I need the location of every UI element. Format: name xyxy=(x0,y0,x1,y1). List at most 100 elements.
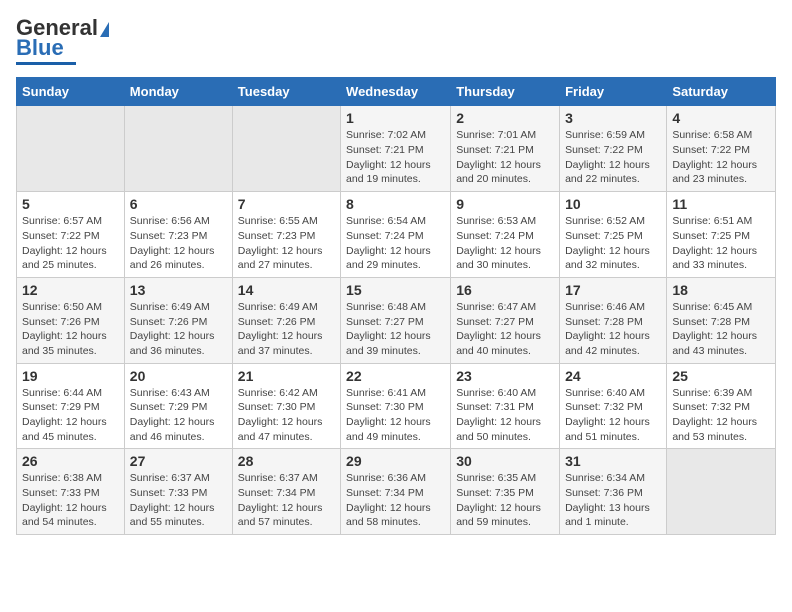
cell-sunrise: Sunrise: 6:54 AMSunset: 7:24 PMDaylight:… xyxy=(346,215,431,271)
calendar-cell: 25 Sunrise: 6:39 AMSunset: 7:32 PMDaylig… xyxy=(667,363,776,449)
calendar-cell xyxy=(667,449,776,535)
day-number: 19 xyxy=(22,368,119,384)
calendar-cell: 20 Sunrise: 6:43 AMSunset: 7:29 PMDaylig… xyxy=(124,363,232,449)
calendar-cell: 16 Sunrise: 6:47 AMSunset: 7:27 PMDaylig… xyxy=(451,277,560,363)
weekday-header-sunday: Sunday xyxy=(17,78,125,106)
weekday-header-wednesday: Wednesday xyxy=(341,78,451,106)
calendar-week-row: 19 Sunrise: 6:44 AMSunset: 7:29 PMDaylig… xyxy=(17,363,776,449)
calendar-cell: 11 Sunrise: 6:51 AMSunset: 7:25 PMDaylig… xyxy=(667,192,776,278)
day-number: 28 xyxy=(238,453,335,469)
calendar-cell: 13 Sunrise: 6:49 AMSunset: 7:26 PMDaylig… xyxy=(124,277,232,363)
day-number: 5 xyxy=(22,196,119,212)
cell-sunrise: Sunrise: 6:48 AMSunset: 7:27 PMDaylight:… xyxy=(346,301,431,357)
day-number: 11 xyxy=(672,196,770,212)
calendar-cell xyxy=(232,106,340,192)
day-number: 6 xyxy=(130,196,227,212)
cell-sunrise: Sunrise: 6:57 AMSunset: 7:22 PMDaylight:… xyxy=(22,215,107,271)
calendar-cell: 9 Sunrise: 6:53 AMSunset: 7:24 PMDayligh… xyxy=(451,192,560,278)
calendar-cell: 10 Sunrise: 6:52 AMSunset: 7:25 PMDaylig… xyxy=(560,192,667,278)
calendar-table: SundayMondayTuesdayWednesdayThursdayFrid… xyxy=(16,77,776,535)
day-number: 3 xyxy=(565,110,661,126)
weekday-header-row: SundayMondayTuesdayWednesdayThursdayFrid… xyxy=(17,78,776,106)
calendar-cell: 28 Sunrise: 6:37 AMSunset: 7:34 PMDaylig… xyxy=(232,449,340,535)
day-number: 9 xyxy=(456,196,554,212)
cell-sunrise: Sunrise: 6:34 AMSunset: 7:36 PMDaylight:… xyxy=(565,472,650,528)
calendar-cell: 27 Sunrise: 6:37 AMSunset: 7:33 PMDaylig… xyxy=(124,449,232,535)
cell-sunrise: Sunrise: 6:49 AMSunset: 7:26 PMDaylight:… xyxy=(238,301,323,357)
cell-sunrise: Sunrise: 7:02 AMSunset: 7:21 PMDaylight:… xyxy=(346,129,431,185)
cell-sunrise: Sunrise: 6:46 AMSunset: 7:28 PMDaylight:… xyxy=(565,301,650,357)
day-number: 10 xyxy=(565,196,661,212)
calendar-cell: 17 Sunrise: 6:46 AMSunset: 7:28 PMDaylig… xyxy=(560,277,667,363)
cell-sunrise: Sunrise: 6:59 AMSunset: 7:22 PMDaylight:… xyxy=(565,129,650,185)
cell-sunrise: Sunrise: 6:50 AMSunset: 7:26 PMDaylight:… xyxy=(22,301,107,357)
calendar-cell: 29 Sunrise: 6:36 AMSunset: 7:34 PMDaylig… xyxy=(341,449,451,535)
calendar-cell xyxy=(17,106,125,192)
calendar-week-row: 5 Sunrise: 6:57 AMSunset: 7:22 PMDayligh… xyxy=(17,192,776,278)
day-number: 29 xyxy=(346,453,445,469)
day-number: 2 xyxy=(456,110,554,126)
day-number: 23 xyxy=(456,368,554,384)
calendar-cell: 24 Sunrise: 6:40 AMSunset: 7:32 PMDaylig… xyxy=(560,363,667,449)
cell-sunrise: Sunrise: 6:35 AMSunset: 7:35 PMDaylight:… xyxy=(456,472,541,528)
calendar-cell: 31 Sunrise: 6:34 AMSunset: 7:36 PMDaylig… xyxy=(560,449,667,535)
cell-sunrise: Sunrise: 6:52 AMSunset: 7:25 PMDaylight:… xyxy=(565,215,650,271)
weekday-header-tuesday: Tuesday xyxy=(232,78,340,106)
cell-sunrise: Sunrise: 6:41 AMSunset: 7:30 PMDaylight:… xyxy=(346,387,431,443)
cell-sunrise: Sunrise: 6:55 AMSunset: 7:23 PMDaylight:… xyxy=(238,215,323,271)
cell-sunrise: Sunrise: 7:01 AMSunset: 7:21 PMDaylight:… xyxy=(456,129,541,185)
logo-line xyxy=(16,62,76,65)
calendar-cell: 7 Sunrise: 6:55 AMSunset: 7:23 PMDayligh… xyxy=(232,192,340,278)
cell-sunrise: Sunrise: 6:40 AMSunset: 7:31 PMDaylight:… xyxy=(456,387,541,443)
weekday-header-thursday: Thursday xyxy=(451,78,560,106)
cell-sunrise: Sunrise: 6:39 AMSunset: 7:32 PMDaylight:… xyxy=(672,387,757,443)
calendar-cell: 22 Sunrise: 6:41 AMSunset: 7:30 PMDaylig… xyxy=(341,363,451,449)
day-number: 24 xyxy=(565,368,661,384)
day-number: 26 xyxy=(22,453,119,469)
day-number: 12 xyxy=(22,282,119,298)
day-number: 15 xyxy=(346,282,445,298)
calendar-cell xyxy=(124,106,232,192)
calendar-week-row: 12 Sunrise: 6:50 AMSunset: 7:26 PMDaylig… xyxy=(17,277,776,363)
cell-sunrise: Sunrise: 6:44 AMSunset: 7:29 PMDaylight:… xyxy=(22,387,107,443)
day-number: 4 xyxy=(672,110,770,126)
cell-sunrise: Sunrise: 6:45 AMSunset: 7:28 PMDaylight:… xyxy=(672,301,757,357)
calendar-cell: 30 Sunrise: 6:35 AMSunset: 7:35 PMDaylig… xyxy=(451,449,560,535)
page-header: General Blue xyxy=(16,16,776,65)
day-number: 27 xyxy=(130,453,227,469)
cell-sunrise: Sunrise: 6:58 AMSunset: 7:22 PMDaylight:… xyxy=(672,129,757,185)
cell-sunrise: Sunrise: 6:47 AMSunset: 7:27 PMDaylight:… xyxy=(456,301,541,357)
cell-sunrise: Sunrise: 6:37 AMSunset: 7:34 PMDaylight:… xyxy=(238,472,323,528)
calendar-cell: 6 Sunrise: 6:56 AMSunset: 7:23 PMDayligh… xyxy=(124,192,232,278)
calendar-cell: 15 Sunrise: 6:48 AMSunset: 7:27 PMDaylig… xyxy=(341,277,451,363)
day-number: 20 xyxy=(130,368,227,384)
day-number: 16 xyxy=(456,282,554,298)
cell-sunrise: Sunrise: 6:53 AMSunset: 7:24 PMDaylight:… xyxy=(456,215,541,271)
calendar-cell: 19 Sunrise: 6:44 AMSunset: 7:29 PMDaylig… xyxy=(17,363,125,449)
day-number: 8 xyxy=(346,196,445,212)
cell-sunrise: Sunrise: 6:37 AMSunset: 7:33 PMDaylight:… xyxy=(130,472,215,528)
calendar-cell: 18 Sunrise: 6:45 AMSunset: 7:28 PMDaylig… xyxy=(667,277,776,363)
cell-sunrise: Sunrise: 6:56 AMSunset: 7:23 PMDaylight:… xyxy=(130,215,215,271)
calendar-cell: 21 Sunrise: 6:42 AMSunset: 7:30 PMDaylig… xyxy=(232,363,340,449)
calendar-cell: 26 Sunrise: 6:38 AMSunset: 7:33 PMDaylig… xyxy=(17,449,125,535)
calendar-cell: 2 Sunrise: 7:01 AMSunset: 7:21 PMDayligh… xyxy=(451,106,560,192)
cell-sunrise: Sunrise: 6:42 AMSunset: 7:30 PMDaylight:… xyxy=(238,387,323,443)
day-number: 25 xyxy=(672,368,770,384)
day-number: 13 xyxy=(130,282,227,298)
cell-sunrise: Sunrise: 6:40 AMSunset: 7:32 PMDaylight:… xyxy=(565,387,650,443)
calendar-week-row: 26 Sunrise: 6:38 AMSunset: 7:33 PMDaylig… xyxy=(17,449,776,535)
cell-sunrise: Sunrise: 6:49 AMSunset: 7:26 PMDaylight:… xyxy=(130,301,215,357)
logo-blue-text: Blue xyxy=(16,36,64,60)
cell-sunrise: Sunrise: 6:51 AMSunset: 7:25 PMDaylight:… xyxy=(672,215,757,271)
calendar-week-row: 1 Sunrise: 7:02 AMSunset: 7:21 PMDayligh… xyxy=(17,106,776,192)
cell-sunrise: Sunrise: 6:43 AMSunset: 7:29 PMDaylight:… xyxy=(130,387,215,443)
cell-sunrise: Sunrise: 6:36 AMSunset: 7:34 PMDaylight:… xyxy=(346,472,431,528)
day-number: 31 xyxy=(565,453,661,469)
day-number: 21 xyxy=(238,368,335,384)
calendar-cell: 23 Sunrise: 6:40 AMSunset: 7:31 PMDaylig… xyxy=(451,363,560,449)
calendar-cell: 1 Sunrise: 7:02 AMSunset: 7:21 PMDayligh… xyxy=(341,106,451,192)
day-number: 30 xyxy=(456,453,554,469)
logo: General Blue xyxy=(16,16,110,65)
calendar-cell: 12 Sunrise: 6:50 AMSunset: 7:26 PMDaylig… xyxy=(17,277,125,363)
